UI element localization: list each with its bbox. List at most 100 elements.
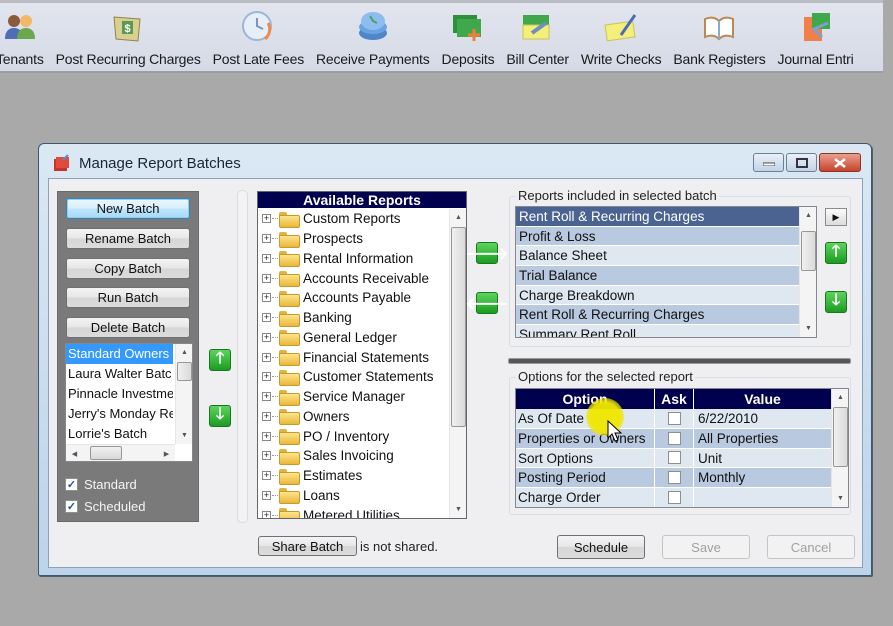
- vertical-splitter[interactable]: [237, 190, 248, 523]
- scroll-down-arrow-icon[interactable]: ▼: [176, 427, 193, 444]
- checkbox[interactable]: ✓: [65, 478, 78, 491]
- included-report-item[interactable]: Profit & Loss: [516, 226, 800, 247]
- close-button[interactable]: [819, 153, 861, 172]
- scroll-down-arrow-icon[interactable]: ▼: [800, 320, 816, 337]
- report-folder-node[interactable]: + Rental Information: [258, 249, 448, 269]
- minimize-button[interactable]: [753, 153, 784, 172]
- report-folder-node[interactable]: + Sales Invoicing: [258, 446, 448, 466]
- option-row[interactable]: Sort Options Unit: [516, 448, 848, 469]
- expand-plus-icon[interactable]: +: [262, 313, 271, 323]
- save-button[interactable]: Save: [662, 535, 750, 559]
- scroll-up-arrow-icon[interactable]: ▲: [832, 389, 848, 406]
- scroll-up-arrow-icon[interactable]: ▲: [800, 207, 816, 224]
- included-report-item[interactable]: Charge Breakdown: [516, 285, 800, 306]
- report-folder-node[interactable]: + Service Manager: [258, 387, 448, 407]
- report-folder-node[interactable]: + Owners: [258, 407, 448, 427]
- expand-plus-icon[interactable]: +: [262, 372, 271, 382]
- option-value[interactable]: Unit: [694, 449, 832, 468]
- scroll-up-arrow-icon[interactable]: ▲: [176, 344, 193, 361]
- option-row[interactable]: Properties or Owners All Properties: [516, 428, 848, 449]
- option-value[interactable]: Monthly: [694, 468, 832, 487]
- scroll-thumb[interactable]: [177, 362, 192, 381]
- expand-plus-icon[interactable]: +: [262, 234, 271, 244]
- expand-plus-icon[interactable]: +: [262, 471, 271, 481]
- batch-list-item[interactable]: Laura Walter Batc: [66, 364, 173, 384]
- add-report-button[interactable]: 🡒: [466, 242, 508, 264]
- scroll-down-arrow-icon[interactable]: ▼: [450, 501, 467, 518]
- toolbar-tenants[interactable]: Tenants: [0, 3, 50, 71]
- schedule-button[interactable]: Schedule: [557, 535, 645, 559]
- report-folder-node[interactable]: + Accounts Payable: [258, 288, 448, 308]
- expand-plus-icon[interactable]: +: [262, 411, 271, 421]
- share-batch-button[interactable]: Share Batch: [258, 536, 357, 556]
- horizontal-splitter[interactable]: [508, 358, 851, 364]
- batch-list-item[interactable]: Standard Owners: [66, 344, 173, 364]
- included-report-item[interactable]: Balance Sheet: [516, 246, 800, 267]
- report-folder-node[interactable]: + Customer Statements: [258, 367, 448, 387]
- expand-plus-icon[interactable]: +: [262, 352, 271, 362]
- included-report-item[interactable]: Summary Rent Roll: [516, 325, 800, 337]
- toolbar-deposits[interactable]: Deposits: [436, 3, 501, 71]
- tree-vscrollbar[interactable]: ▲ ▼: [449, 209, 466, 518]
- expand-plus-icon[interactable]: +: [262, 490, 271, 500]
- rename-batch-button[interactable]: Rename Batch: [66, 228, 190, 249]
- expand-plus-icon[interactable]: +: [262, 451, 271, 461]
- included-report-item[interactable]: Trial Balance: [516, 266, 800, 286]
- expand-plus-icon[interactable]: +: [262, 293, 271, 303]
- standard-filter-checkbox[interactable]: ✓ Standard: [65, 477, 137, 492]
- ask-checkbox[interactable]: [667, 411, 681, 425]
- new-batch-button[interactable]: New Batch: [66, 198, 190, 219]
- report-folder-node[interactable]: + Prospects: [258, 229, 448, 249]
- scroll-down-arrow-icon[interactable]: ▼: [832, 490, 848, 507]
- toolbar-bill-center[interactable]: Bill Center: [500, 3, 574, 71]
- batch-list-hscrollbar[interactable]: ◀ ▶: [66, 444, 175, 461]
- expand-plus-icon[interactable]: +: [262, 214, 271, 224]
- move-report-up-button[interactable]: 🡑: [825, 242, 847, 264]
- option-value[interactable]: All Properties: [694, 429, 832, 448]
- batch-list-vscrollbar[interactable]: ▲ ▼: [175, 344, 192, 444]
- report-folder-node[interactable]: + Financial Statements: [258, 347, 448, 367]
- included-report-item[interactable]: Rent Roll & Recurring Charges: [516, 305, 800, 326]
- copy-batch-button[interactable]: Copy Batch: [66, 258, 190, 279]
- cancel-button[interactable]: Cancel: [767, 535, 855, 559]
- expand-plus-icon[interactable]: +: [262, 392, 271, 402]
- ask-checkbox[interactable]: [667, 471, 681, 485]
- move-report-down-button[interactable]: 🡓: [825, 291, 847, 313]
- scroll-right-arrow-icon[interactable]: ▶: [158, 445, 175, 462]
- option-value[interactable]: [694, 488, 832, 507]
- maximize-button[interactable]: [786, 153, 817, 172]
- toolbar-post-recurring-charges[interactable]: $ Post Recurring Charges: [50, 3, 207, 71]
- option-row[interactable]: Charge Order: [516, 488, 848, 507]
- checkbox[interactable]: ✓: [65, 500, 78, 513]
- toolbar-bank-registers[interactable]: Bank Registers: [667, 3, 771, 71]
- scroll-thumb[interactable]: [833, 407, 848, 467]
- report-folder-node[interactable]: + Metered Utilities: [258, 505, 448, 518]
- toolbar-receive-payments[interactable]: Receive Payments: [310, 3, 436, 71]
- run-batch-button[interactable]: Run Batch: [66, 287, 190, 308]
- expand-plus-icon[interactable]: +: [262, 510, 271, 518]
- report-folder-node[interactable]: + Accounts Receivable: [258, 268, 448, 288]
- ask-checkbox[interactable]: [667, 431, 681, 445]
- remove-report-button[interactable]: 🡐: [466, 292, 508, 314]
- scroll-thumb[interactable]: [801, 231, 816, 271]
- included-report-item[interactable]: Rent Roll & Recurring Charges: [516, 207, 800, 227]
- option-value[interactable]: 6/22/2010: [694, 409, 832, 428]
- ask-checkbox[interactable]: [667, 451, 681, 465]
- scheduled-filter-checkbox[interactable]: ✓ Scheduled: [65, 499, 145, 514]
- included-reports-list[interactable]: Rent Roll & Recurring Charges Profit & L…: [515, 206, 817, 338]
- report-folder-node[interactable]: + Loans: [258, 486, 448, 506]
- toolbar-post-late-fees[interactable]: Post Late Fees: [207, 3, 310, 71]
- option-row[interactable]: Posting Period Monthly: [516, 468, 848, 488]
- report-folder-node[interactable]: + General Ledger: [258, 328, 448, 348]
- option-row[interactable]: As Of Date 6/22/2010: [516, 409, 848, 429]
- toolbar-write-checks[interactable]: Write Checks: [575, 3, 668, 71]
- expand-plus-icon[interactable]: +: [262, 431, 271, 441]
- toolbar-journal-entries[interactable]: Journal Entri: [772, 3, 860, 71]
- batch-list[interactable]: Standard Owners Laura Walter Batc Pinnac…: [65, 343, 193, 462]
- batch-list-item[interactable]: Jerry's Monday Re: [66, 404, 173, 424]
- delete-batch-button[interactable]: Delete Batch: [66, 317, 190, 338]
- ask-checkbox[interactable]: [667, 490, 681, 504]
- batch-list-item[interactable]: Lorrie's Batch: [66, 424, 173, 444]
- included-vscrollbar[interactable]: ▲ ▼: [799, 207, 816, 337]
- scroll-thumb[interactable]: [90, 446, 122, 460]
